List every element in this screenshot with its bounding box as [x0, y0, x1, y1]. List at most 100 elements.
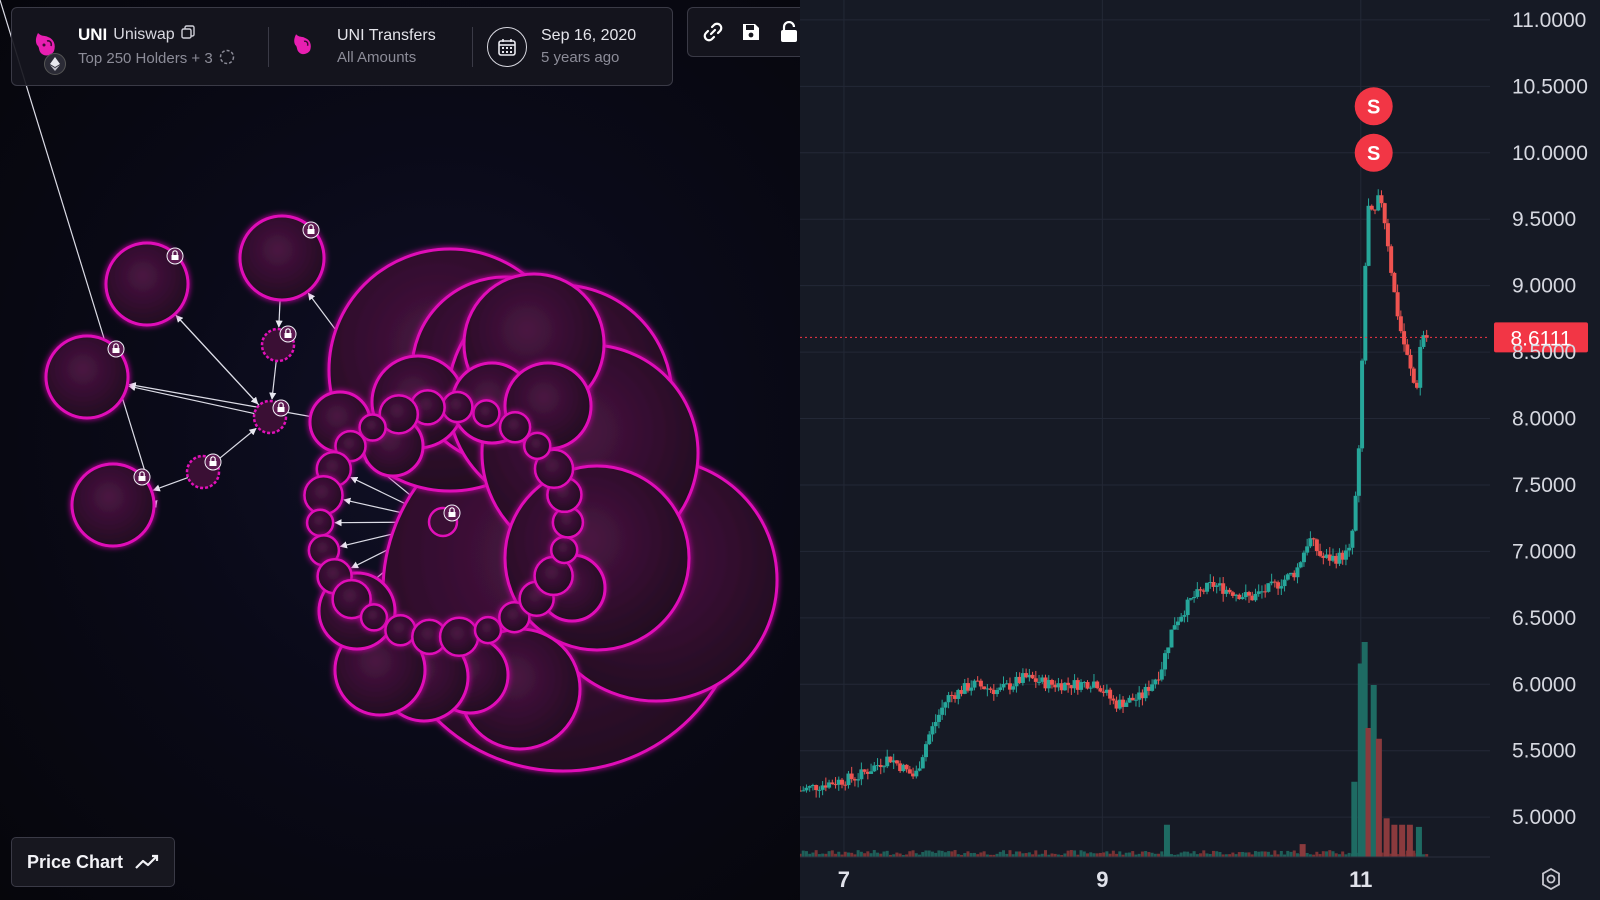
lock-badge-icon	[133, 468, 151, 486]
ethereum-icon	[44, 52, 66, 75]
holder-bubble[interactable]	[438, 616, 480, 658]
y-tick-label: 9.5000	[1512, 208, 1576, 231]
transfer-arrow	[152, 476, 189, 492]
holder-bubble[interactable]	[303, 474, 344, 516]
volume-bar	[940, 850, 944, 857]
volume-bar	[1383, 818, 1390, 857]
volume-bar	[1179, 852, 1183, 857]
candle-body	[1418, 346, 1423, 388]
volume-bar	[1063, 853, 1067, 857]
candle-body	[1343, 550, 1348, 560]
candle-body	[1366, 205, 1371, 266]
volume-bar	[1279, 850, 1283, 857]
volume-bar	[1231, 852, 1235, 857]
candle-body	[1198, 589, 1203, 591]
snapshot-date-relative: 5 years ago	[541, 49, 620, 66]
sell-marker[interactable]: S	[1354, 87, 1393, 126]
candle-body	[817, 789, 822, 791]
price-chart-pane[interactable]: 8.6111 S S 5.0000 5.5000 6.0000 6.5000 7.0000 7…	[800, 0, 1600, 900]
volume-bar	[1050, 853, 1054, 857]
volume-bar	[1375, 738, 1382, 857]
candle-body	[814, 785, 819, 791]
holder-bubble[interactable]	[472, 399, 501, 428]
token-selector[interactable]: UNI Uniswap Top 250 Holders + 3	[12, 8, 268, 85]
chart-settings-icon[interactable]	[1536, 864, 1566, 894]
candle-body	[978, 680, 983, 687]
y-tick-label: 6.0000	[1512, 673, 1576, 696]
calendar-icon	[487, 26, 527, 67]
lock-badge-icon	[279, 325, 297, 343]
candle-body	[1124, 702, 1129, 707]
volume-bar	[972, 852, 976, 857]
candle-body	[1389, 246, 1394, 273]
y-tick-label: 7.0000	[1512, 540, 1576, 563]
volume-bar	[898, 853, 902, 857]
volume-bar	[1082, 851, 1086, 857]
candle-body	[1253, 593, 1258, 601]
y-tick-label: 10.0000	[1512, 142, 1588, 165]
candle-body	[946, 695, 951, 703]
volume-bar	[1199, 853, 1203, 857]
volume-bar	[866, 851, 870, 857]
volume-bar	[1124, 852, 1128, 857]
copy-icon[interactable]	[180, 25, 195, 44]
price-chart-button[interactable]: Price Chart	[11, 837, 175, 887]
bubble-map-pane[interactable]: UNI Uniswap Top 250 Holders + 3 UNI Tran…	[0, 0, 800, 900]
volume-bar	[1257, 851, 1261, 857]
volume-bar	[895, 852, 899, 857]
candle-body	[1295, 567, 1300, 578]
holder-bubble[interactable]	[359, 603, 389, 632]
volume-bar	[1244, 852, 1248, 857]
volume-bar	[1305, 852, 1309, 857]
lock-icon[interactable]	[778, 19, 800, 45]
y-tick-label: 8.5000	[1512, 341, 1576, 364]
candle-body	[807, 786, 812, 788]
candle-body	[1001, 683, 1006, 688]
transfers-selector[interactable]: UNI Transfers All Amounts	[269, 8, 472, 85]
candle-body	[1385, 223, 1390, 247]
holder-bubble[interactable]	[441, 390, 474, 424]
candle-body	[1049, 680, 1054, 685]
candle-body	[839, 779, 844, 785]
volume-bar	[1118, 851, 1122, 857]
volume-bar	[814, 850, 818, 857]
candles	[800, 189, 1429, 798]
bubble-map[interactable]	[0, 0, 800, 900]
volume-bar	[1263, 851, 1267, 857]
date-selector[interactable]: Sep 16, 2020 5 years ago	[473, 8, 672, 85]
holder-bubble[interactable]	[503, 464, 691, 652]
holder-bubble[interactable]	[498, 411, 532, 444]
volume-bar	[843, 851, 847, 857]
link-icon[interactable]	[702, 19, 724, 45]
candle-body	[1111, 698, 1116, 701]
volume-bar	[1286, 850, 1290, 857]
holder-bubbles[interactable]	[44, 214, 779, 773]
candle-body	[1205, 582, 1210, 592]
candle-body	[1266, 583, 1271, 592]
holder-bubble[interactable]	[384, 613, 417, 647]
price-chart[interactable]: 8.6111SS 5.00005.50006.00006.50007.00007…	[800, 0, 1600, 900]
volume-bar	[998, 851, 1002, 857]
volume-bar	[1331, 851, 1335, 857]
sell-marker[interactable]: S	[1354, 133, 1393, 172]
volume-bar	[1008, 850, 1012, 857]
candle-body	[1169, 629, 1174, 648]
candle-body	[881, 766, 886, 768]
holder-bubble[interactable]	[473, 615, 503, 645]
sell-marker-label: S	[1367, 143, 1380, 165]
volume-bar	[1102, 852, 1106, 857]
holder-bubble[interactable]	[305, 508, 335, 538]
volume-bar	[953, 850, 957, 857]
volume-bar	[947, 851, 951, 857]
candle-body	[1066, 682, 1071, 686]
candle-body	[998, 687, 1003, 690]
volume-bar	[1334, 853, 1338, 857]
save-icon[interactable]	[740, 19, 762, 45]
y-tick-label: 7.5000	[1512, 474, 1576, 497]
candle-body	[872, 765, 877, 772]
holder-bubble[interactable]	[549, 535, 579, 565]
candle-body	[1298, 562, 1303, 568]
candle-body	[969, 687, 974, 691]
volume-bar	[1127, 852, 1131, 857]
volume-bar	[1241, 851, 1245, 857]
